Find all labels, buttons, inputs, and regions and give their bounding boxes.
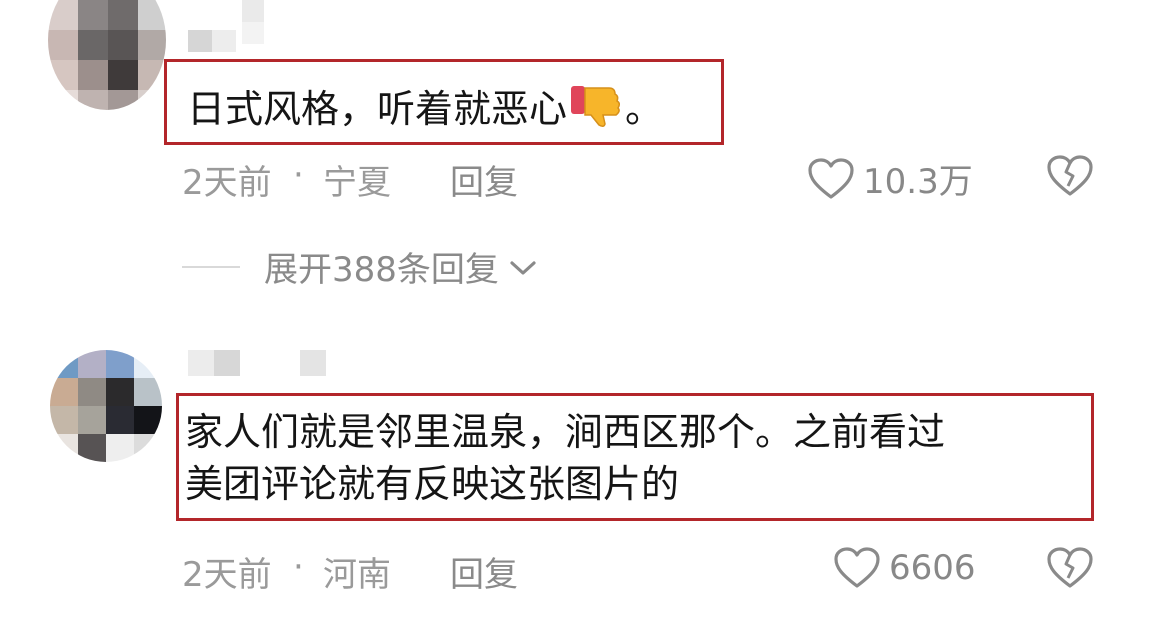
avatar[interactable] bbox=[48, 0, 166, 110]
comment-location: 河南 bbox=[323, 555, 391, 595]
expand-replies-label: 展开388条回复 bbox=[264, 250, 499, 290]
comment-text: 家人们就是邻里温泉，涧西区那个。之前看过 美团评论就有反映这张图片的 bbox=[176, 393, 1094, 521]
like-button[interactable]: 6606 bbox=[833, 546, 976, 590]
heart-outline-icon bbox=[807, 157, 855, 201]
comment-text-punct: 。 bbox=[625, 87, 664, 131]
expand-replies[interactable]: 展开388条回复 bbox=[182, 242, 537, 291]
broken-heart-icon bbox=[1046, 155, 1094, 202]
like-count: 6606 bbox=[889, 548, 976, 588]
meta-separator: · bbox=[293, 547, 304, 587]
reply-button[interactable]: 回复 bbox=[450, 155, 518, 204]
thumbs-down-emoji bbox=[569, 82, 625, 138]
comment-text: 日式风格，听着就恶心 。 bbox=[164, 59, 724, 145]
like-button[interactable]: 10.3万 bbox=[807, 154, 973, 203]
comment-location: 宁夏 bbox=[323, 163, 391, 203]
comment-text-line: 家人们就是邻里温泉，涧西区那个。之前看过 bbox=[185, 410, 946, 454]
comment-time: 2天前 bbox=[182, 163, 272, 203]
avatar[interactable] bbox=[50, 350, 162, 462]
like-count: 10.3万 bbox=[863, 162, 973, 202]
chevron-down-icon bbox=[509, 247, 537, 287]
username-redacted[interactable] bbox=[188, 350, 328, 380]
heart-outline-icon bbox=[833, 546, 881, 590]
reply-button[interactable]: 回复 bbox=[450, 547, 518, 596]
dislike-button[interactable] bbox=[1046, 546, 1094, 594]
username-redacted[interactable] bbox=[188, 0, 298, 52]
comment-text-line: 日式风格，听着就恶心 bbox=[187, 87, 568, 131]
comment-time: 2天前 bbox=[182, 555, 272, 595]
meta-separator: · bbox=[293, 155, 304, 195]
dislike-button[interactable] bbox=[1046, 154, 1094, 202]
divider bbox=[182, 265, 240, 268]
broken-heart-icon bbox=[1046, 547, 1094, 594]
comment-text-line: 美团评论就有反映这张图片的 bbox=[185, 462, 680, 506]
